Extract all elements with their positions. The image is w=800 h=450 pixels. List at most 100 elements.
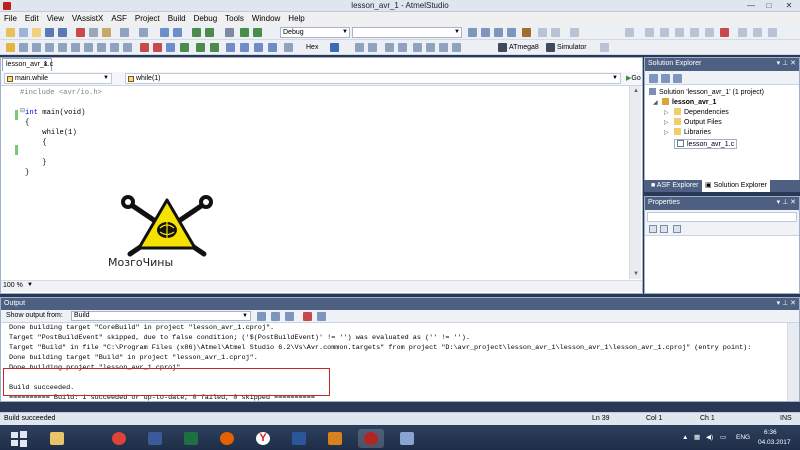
platform-dropdown[interactable]: ▼ [352,27,462,38]
new-project-icon[interactable] [6,28,15,37]
chevron-down-icon[interactable]: ▼ [27,282,33,288]
property-pages-icon[interactable] [673,225,681,233]
play-icon[interactable] [196,43,205,52]
open-folder-icon[interactable] [32,28,41,37]
layout-7-icon[interactable] [753,28,762,37]
configuration-dropdown[interactable]: Debug ▼ [280,27,350,38]
new-file-icon[interactable] [19,28,28,37]
undo-icon[interactable] [120,28,129,37]
layout-4-icon[interactable] [690,28,699,37]
taskbar-excel[interactable] [178,429,204,448]
device-button[interactable]: ATmega8 [509,42,539,53]
menu-asf[interactable]: ASF [107,12,131,23]
taskbar-save-app[interactable] [142,429,168,448]
maximize-button[interactable]: □ [762,1,776,11]
io-view-icon[interactable] [58,43,67,52]
menu-file[interactable]: File [0,12,21,23]
go-to-previous-message-icon[interactable] [285,312,294,321]
navigate-forward-icon[interactable] [173,28,182,37]
start-debugging-icon[interactable] [240,28,249,37]
prev-bookmark-icon[interactable] [426,43,435,52]
tab-solution-explorer[interactable]: ▣ Solution Explorer [702,180,770,192]
call-stack-icon[interactable] [123,43,132,52]
panel-pin-close[interactable]: ▾ ⊥ ✕ [777,299,796,307]
processor-icon[interactable] [71,43,80,52]
taskbar-chrome[interactable] [106,429,132,448]
menu-vassistx[interactable]: VAssistX [68,12,107,23]
close-tab-icon[interactable]: ✕ [43,61,48,68]
watch-icon[interactable] [84,43,93,52]
redo-icon[interactable] [139,28,148,37]
step-over-icon[interactable] [240,43,249,52]
debug-target-icon[interactable] [225,28,234,37]
layout-3-icon[interactable] [675,28,684,37]
go-to-next-message-icon[interactable] [271,312,280,321]
terminal-icon[interactable] [551,28,560,37]
clear-all-icon[interactable] [303,312,312,321]
output-vertical-scrollbar[interactable] [787,323,799,401]
indent-icon[interactable] [385,43,394,52]
taskbar-yandex[interactable]: Y [250,429,276,448]
options-icon[interactable] [625,28,634,37]
tree-item-dependencies[interactable]: Dependencies [674,108,729,118]
registers-icon[interactable] [32,43,41,52]
editor-vertical-scrollbar[interactable]: ▲ ▼ [629,86,641,279]
tree-item-project[interactable]: lesson_avr_1 [662,98,716,108]
taskbar-word[interactable] [286,429,312,448]
expand-icon[interactable]: ◢ [653,99,658,106]
save-icon[interactable] [45,28,54,37]
start-without-debugging-icon[interactable] [253,28,262,37]
cut-icon[interactable] [76,28,85,37]
volume-icon[interactable]: ◀) [706,433,713,441]
show-all-icon[interactable] [673,74,682,83]
minimize-button[interactable]: — [744,1,758,11]
taskbar-explorer[interactable] [44,429,70,448]
scroll-up-icon[interactable]: ▲ [630,86,642,96]
simulator-button[interactable]: Simulator [557,42,587,53]
scope-dropdown[interactable]: main.while ▼ [4,73,112,84]
taskbar-media[interactable] [322,429,348,448]
break-all-icon[interactable] [153,43,162,52]
locals-icon[interactable] [97,43,106,52]
save-all-icon[interactable] [58,28,67,37]
solution-explorer-icon[interactable] [481,28,490,37]
tray-arrow-icon[interactable]: ▲ [682,434,688,441]
layout-1-icon[interactable] [645,28,654,37]
step-into-icon[interactable] [226,43,235,52]
symbol-dropdown[interactable]: while(1) ▼ [125,73,621,84]
zoom-level[interactable]: 100 % [3,282,23,289]
step-out-icon[interactable] [254,43,263,52]
next-bookmark-icon[interactable] [439,43,448,52]
sync-icon[interactable] [649,74,658,83]
bookmark-icon[interactable] [413,43,422,52]
taskbar-firefox[interactable] [214,429,240,448]
clear-bookmarks-icon[interactable] [452,43,461,52]
menu-debug[interactable]: Debug [190,12,222,23]
clock-time[interactable]: 6:36 [764,429,777,436]
hex-toggle[interactable]: Hex [306,42,318,53]
refresh-icon[interactable] [661,74,670,83]
menu-build[interactable]: Build [164,12,190,23]
navigate-back-icon[interactable] [160,28,169,37]
battery-icon[interactable]: ▭ [720,433,726,441]
word-wrap-icon[interactable] [317,312,326,321]
menu-project[interactable]: Project [131,12,164,23]
autos-icon[interactable] [110,43,119,52]
tab-lesson-avr-1-c[interactable]: lesson_avr_1.c ✕ [2,58,53,71]
properties-object-dropdown[interactable] [647,212,797,222]
paste-icon[interactable] [102,28,111,37]
find-message-icon[interactable] [257,312,266,321]
uncomment-icon[interactable] [368,43,377,52]
stop-debugging-icon[interactable] [140,43,149,52]
collapse-icon[interactable]: ▷ [664,109,669,116]
tree-item-c-file[interactable]: lesson_avr_1.c [674,139,738,149]
extra-tool-icon[interactable] [600,43,609,52]
taskbar-tool[interactable] [394,429,420,448]
menu-tools[interactable]: Tools [221,12,248,23]
outdent-icon[interactable] [398,43,407,52]
show-next-statement-icon[interactable] [210,43,219,52]
network-icon[interactable]: ▦ [694,433,700,441]
reset-icon[interactable] [284,43,293,52]
layout-5-icon[interactable] [705,28,714,37]
find-icon[interactable] [468,28,477,37]
